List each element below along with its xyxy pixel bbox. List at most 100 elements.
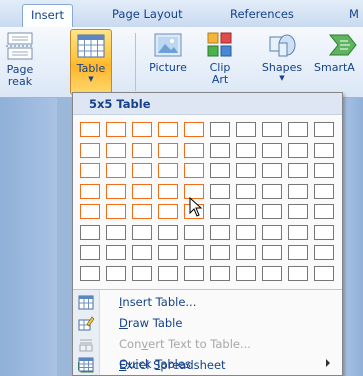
table-grid-cell[interactable] xyxy=(262,225,282,240)
table-grid-cell[interactable] xyxy=(132,225,152,240)
shapes-dropdown-arrow-icon: ▼ xyxy=(279,74,285,82)
table-grid-cell[interactable] xyxy=(236,204,256,219)
tab-mailings[interactable]: M xyxy=(341,4,363,27)
table-grid-cell-selected[interactable] xyxy=(106,184,126,199)
page-break-label-2: reak xyxy=(7,75,33,88)
picture-button[interactable]: Picture xyxy=(142,29,194,95)
table-grid-cell-selected[interactable] xyxy=(132,184,152,199)
table-grid-cell[interactable] xyxy=(288,204,308,219)
table-grid-cell-selected[interactable] xyxy=(132,143,152,158)
table-grid-cell-selected[interactable] xyxy=(132,163,152,178)
convert-text-to-table-menu-item[interactable]: Convert Text to Table... xyxy=(73,334,342,355)
table-grid-cell[interactable] xyxy=(288,225,308,240)
draw-table-icon xyxy=(78,316,94,331)
table-grid-cell-selected[interactable] xyxy=(80,122,100,137)
table-grid-cell[interactable] xyxy=(262,163,282,178)
table-grid-cell-selected[interactable] xyxy=(106,163,126,178)
table-grid-cell[interactable] xyxy=(314,245,334,260)
table-grid-cell-selected[interactable] xyxy=(184,122,204,137)
table-grid-cell[interactable] xyxy=(288,266,308,281)
table-grid-cell[interactable] xyxy=(106,225,126,240)
table-grid-cell[interactable] xyxy=(236,163,256,178)
table-grid-cell[interactable] xyxy=(80,225,100,240)
table-grid-cell[interactable] xyxy=(262,204,282,219)
table-grid-cell[interactable] xyxy=(236,184,256,199)
table-grid-cell[interactable] xyxy=(314,225,334,240)
table-grid-cell[interactable] xyxy=(132,245,152,260)
table-grid-cell-selected[interactable] xyxy=(132,122,152,137)
table-grid-cell[interactable] xyxy=(262,245,282,260)
shapes-button[interactable]: Shapes ▼ xyxy=(256,29,308,95)
table-grid-cell[interactable] xyxy=(236,122,256,137)
table-grid-cell[interactable] xyxy=(106,266,126,281)
table-grid-cell[interactable] xyxy=(288,245,308,260)
table-grid-cell-selected[interactable] xyxy=(80,163,100,178)
table-grid-cell[interactable] xyxy=(80,245,100,260)
table-button[interactable]: Table ▼ xyxy=(70,29,112,95)
table-grid-cell[interactable] xyxy=(210,184,230,199)
clip-art-button[interactable]: Clip Art xyxy=(200,29,240,95)
table-grid-cell[interactable] xyxy=(184,245,204,260)
table-grid-cell[interactable] xyxy=(262,184,282,199)
table-grid-cell[interactable] xyxy=(314,266,334,281)
table-grid-cell[interactable] xyxy=(210,143,230,158)
table-grid-cell[interactable] xyxy=(158,266,178,281)
table-grid-cell[interactable] xyxy=(314,184,334,199)
table-grid-cell[interactable] xyxy=(236,266,256,281)
table-grid-cell-selected[interactable] xyxy=(184,143,204,158)
table-grid-cell[interactable] xyxy=(288,122,308,137)
table-grid-cell[interactable] xyxy=(158,245,178,260)
table-grid-cell[interactable] xyxy=(314,143,334,158)
table-grid-cell-selected[interactable] xyxy=(184,163,204,178)
smartart-icon xyxy=(328,34,357,56)
table-grid-cell[interactable] xyxy=(262,266,282,281)
table-grid-cell[interactable] xyxy=(236,245,256,260)
table-grid-cell-selected[interactable] xyxy=(106,143,126,158)
table-grid-cell-selected[interactable] xyxy=(106,204,126,219)
table-grid-cell[interactable] xyxy=(236,143,256,158)
table-grid-cell-selected[interactable] xyxy=(80,184,100,199)
table-grid-cell[interactable] xyxy=(262,143,282,158)
table-grid-cell[interactable] xyxy=(210,245,230,260)
quick-tables-menu-item[interactable]: Quick Tables xyxy=(73,354,342,375)
table-grid-cell[interactable] xyxy=(288,143,308,158)
table-grid-cell-selected[interactable] xyxy=(106,122,126,137)
table-grid-cell[interactable] xyxy=(106,245,126,260)
table-grid-cell[interactable] xyxy=(210,225,230,240)
table-grid-cell[interactable] xyxy=(80,266,100,281)
tab-page-layout[interactable]: Page Layout xyxy=(104,4,191,27)
table-grid-cell[interactable] xyxy=(236,225,256,240)
table-grid-cell-selected[interactable] xyxy=(132,204,152,219)
tab-insert[interactable]: Insert xyxy=(22,4,73,28)
table-grid-cell-selected[interactable] xyxy=(158,204,178,219)
table-grid-cell[interactable] xyxy=(184,266,204,281)
table-grid-cell-selected[interactable] xyxy=(80,143,100,158)
tab-references[interactable]: References xyxy=(222,4,302,27)
insert-table-menu-item[interactable]: Insert Table... xyxy=(73,292,342,313)
table-grid-cell[interactable] xyxy=(210,204,230,219)
page-break-button[interactable]: Page reak xyxy=(0,29,46,95)
table-grid-cell-selected[interactable] xyxy=(158,122,178,137)
table-grid-cell-selected[interactable] xyxy=(158,143,178,158)
table-grid-cell[interactable] xyxy=(314,204,334,219)
table-grid-cell-selected[interactable] xyxy=(158,184,178,199)
table-grid-cell[interactable] xyxy=(132,266,152,281)
table-grid-cell-selected[interactable] xyxy=(80,204,100,219)
draw-table-menu-item[interactable]: Draw Table xyxy=(73,313,342,334)
clip-art-icon xyxy=(207,32,232,57)
table-grid-cell[interactable] xyxy=(314,163,334,178)
table-grid-cell[interactable] xyxy=(314,122,334,137)
table-grid-cell[interactable] xyxy=(262,122,282,137)
table-grid-cell[interactable] xyxy=(288,184,308,199)
table-grid-cell[interactable] xyxy=(158,225,178,240)
table-grid-cell[interactable] xyxy=(184,225,204,240)
table-grid-cell-selected[interactable] xyxy=(158,163,178,178)
smartart-button[interactable]: SmartA xyxy=(312,29,363,95)
page-break-icon xyxy=(6,32,34,60)
table-grid-cell[interactable] xyxy=(210,163,230,178)
table-size-grid[interactable] xyxy=(77,120,339,283)
clip-art-label-2: Art xyxy=(211,73,229,86)
table-grid-cell[interactable] xyxy=(288,163,308,178)
table-grid-cell[interactable] xyxy=(210,266,230,281)
table-grid-cell[interactable] xyxy=(210,122,230,137)
